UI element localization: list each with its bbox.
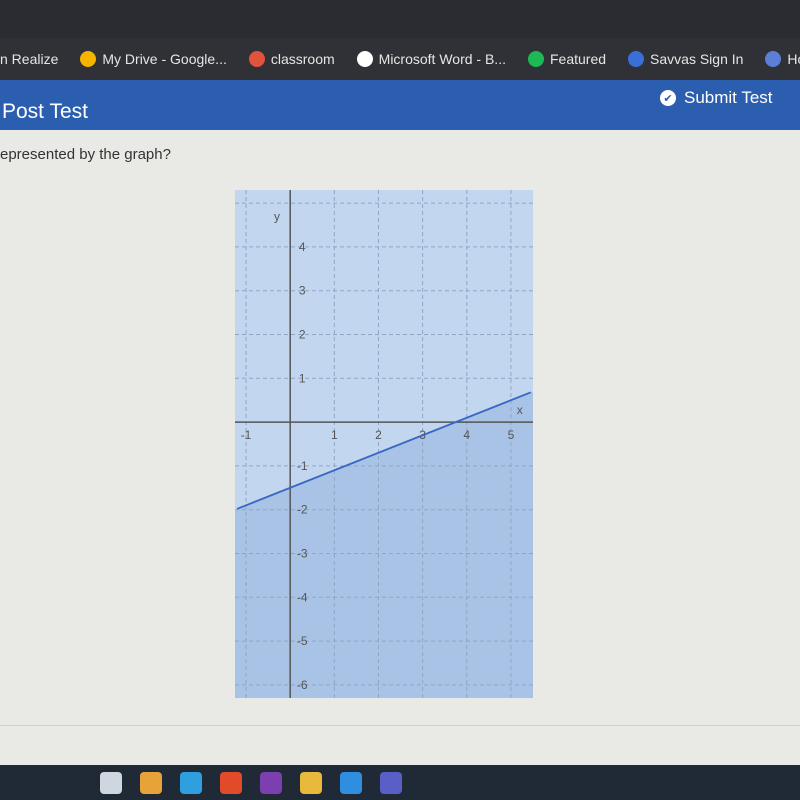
page-title: Post Test [2,100,88,123]
bookmark-item[interactable]: My Drive - Google... [80,51,227,67]
google-drive-icon [80,51,97,67]
bookmark-label: Featured [549,51,607,67]
classroom-icon [248,51,265,67]
x-axis-label: x [517,403,523,417]
y-tick-label: -4 [297,590,308,604]
bookmark-label: My Drive - Google... [102,51,227,67]
bookmark-label: Microsoft Word - B... [378,51,506,67]
address-bar[interactable] [0,0,800,38]
x-tick-label: -1 [241,428,252,442]
teams-icon[interactable] [380,771,402,794]
y-tick-label: -2 [297,503,308,517]
x-tick-label: 5 [508,428,515,442]
spotify-icon [527,51,544,67]
task-view-icon[interactable] [100,771,122,794]
y-tick-label: -1 [297,459,308,473]
y-tick-label: -3 [297,546,308,560]
submit-test-button[interactable]: ✔ Submit Test [660,88,773,108]
bookmark-label: Ho [787,51,800,67]
y-tick-label: 1 [299,371,306,385]
x-tick-label: 4 [463,428,470,442]
savvas-icon [628,51,645,67]
taskbar [0,765,800,800]
y-tick-label: -5 [297,634,308,648]
divider [0,725,800,726]
ie-icon[interactable] [340,771,362,794]
file-explorer-icon[interactable] [300,771,322,794]
onenote-icon[interactable] [260,771,282,794]
bookmark-item[interactable]: classroom [248,51,335,67]
s-circle-icon [765,51,782,67]
inequality-graph: -1123454321-1-2-3-4-5-6xy [235,190,533,698]
y-axis-label: y [274,210,280,224]
y-tick-label: 2 [299,328,306,342]
bookmark-item[interactable]: Ho [765,51,800,67]
y-tick-label: 3 [299,284,306,298]
submit-test-label: Submit Test [684,88,773,107]
edge-icon[interactable] [180,771,202,794]
globe-icon [356,51,373,67]
bookmark-label: classroom [270,51,335,67]
bookmarks-bar: n Realize My Drive - Google... classroom Mi… [0,38,800,80]
y-tick-label: 4 [299,240,306,254]
question-text: epresented by the graph? [0,146,171,163]
store-icon[interactable] [140,771,162,794]
test-header: Post Test ✔ Submit Test [0,80,800,130]
bookmark-item[interactable]: Featured [527,51,607,67]
bookmark-label: Savvas Sign In [650,51,744,67]
check-circle-icon: ✔ [660,90,676,106]
bookmark-item[interactable]: n Realize [0,51,58,67]
x-tick-label: 1 [331,428,338,442]
bookmark-item[interactable]: Microsoft Word - B... [356,51,506,67]
bookmark-label: n Realize [0,51,59,67]
chrome-icon[interactable] [220,771,242,794]
bookmark-item[interactable]: Savvas Sign In [628,51,743,67]
y-tick-label: -6 [297,678,308,692]
x-tick-label: 2 [375,428,382,442]
